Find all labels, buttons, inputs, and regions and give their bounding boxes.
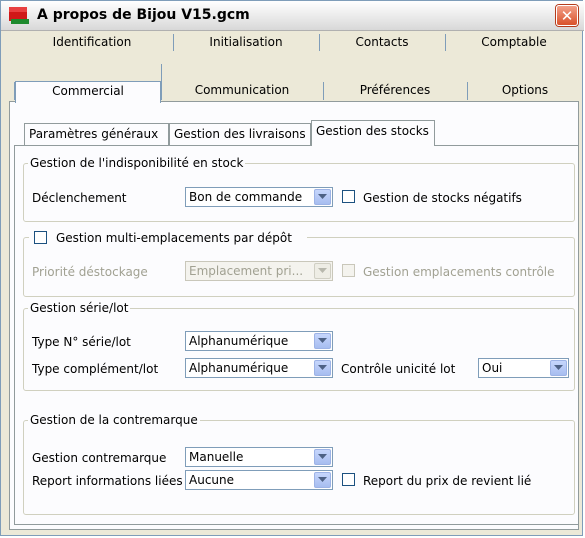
unicite-lot-value: Oui	[482, 361, 503, 375]
tab-divider	[445, 34, 446, 51]
dropdown-arrow-icon[interactable]	[314, 449, 331, 465]
report-informations-value: Aucune	[189, 473, 235, 487]
type-serie-select[interactable]: Alphanumérique	[185, 331, 333, 351]
close-button[interactable]: ✕	[556, 5, 578, 26]
type-serie-label: Type N° série/lot	[32, 335, 131, 349]
about-window: A propos de Bijou V15.gcm ✕ Identificati…	[0, 0, 584, 536]
emplacements-controle-checkbox[interactable]	[342, 264, 355, 277]
tab-commercial[interactable]: Commercial	[15, 81, 161, 103]
priorite-destockage-value: Emplacement pri...	[189, 264, 304, 278]
subtab-gestion-stocks[interactable]: Gestion des stocks	[311, 120, 435, 146]
report-prix-revient-label: Report du prix de revient lié	[363, 474, 532, 488]
tab-comptable[interactable]: Comptable	[453, 33, 575, 53]
dropdown-arrow-icon[interactable]	[314, 360, 331, 376]
report-informations-select[interactable]: Aucune	[185, 470, 333, 490]
type-complement-label: Type complément/lot	[32, 362, 159, 376]
priorite-destockage-label: Priorité déstockage	[32, 265, 148, 279]
type-complement-value: Alphanumérique	[189, 361, 289, 375]
tab-preferences[interactable]: Préférences	[331, 81, 459, 101]
type-serie-value: Alphanumérique	[189, 334, 289, 348]
tab-options[interactable]: Options	[475, 81, 575, 101]
tab-initialisation[interactable]: Initialisation	[181, 33, 311, 53]
dropdown-arrow-icon[interactable]	[314, 189, 331, 205]
stocks-negatifs-label: Gestion de stocks négatifs	[363, 191, 522, 205]
tab-divider	[467, 82, 468, 100]
dropdown-arrow-icon[interactable]	[314, 263, 331, 279]
dropdown-arrow-icon[interactable]	[314, 333, 331, 349]
report-informations-label: Report informations liées	[32, 474, 183, 488]
tab-identification[interactable]: Identification	[29, 33, 155, 53]
tab-divider	[161, 64, 162, 100]
subtab-parametres-generaux[interactable]: Paramètres généraux	[24, 123, 169, 145]
tab-divider	[323, 82, 324, 100]
dropdown-arrow-icon[interactable]	[314, 472, 331, 488]
title-bar[interactable]: A propos de Bijou V15.gcm ✕	[1, 1, 584, 31]
tab-divider	[173, 34, 174, 51]
report-prix-revient-checkbox[interactable]	[342, 473, 355, 486]
gestion-contremarque-label: Gestion contremarque	[32, 451, 167, 465]
stocks-negatifs-checkbox[interactable]	[342, 190, 355, 203]
gestion-contremarque-value: Manuelle	[189, 450, 244, 464]
window-title: A propos de Bijou V15.gcm	[37, 7, 250, 23]
subtab-gestion-livraisons[interactable]: Gestion des livraisons	[169, 123, 311, 145]
app-icon	[9, 7, 29, 24]
tab-divider	[319, 34, 320, 51]
multi-emplacements-checkbox[interactable]	[34, 231, 47, 244]
dropdown-arrow-icon[interactable]	[550, 360, 567, 376]
tab-communication[interactable]: Communication	[167, 81, 317, 101]
close-icon: ✕	[560, 7, 574, 25]
declenchement-select[interactable]: Bon de commande	[185, 187, 333, 207]
unicite-lot-select[interactable]: Oui	[478, 358, 569, 378]
multi-emplacements-label: Gestion multi-emplacements par dépôt	[56, 231, 292, 245]
contremarque-legend: Gestion de la contremarque	[30, 413, 198, 427]
emplacements-controle-label: Gestion emplacements contrôle	[363, 265, 555, 279]
indisponibilite-legend: Gestion de l'indisponibilité en stock	[30, 156, 244, 170]
serie-lot-legend: Gestion série/lot	[30, 301, 129, 315]
priorite-destockage-select[interactable]: Emplacement pri...	[185, 261, 333, 281]
unicite-lot-label: Contrôle unicité lot	[341, 362, 456, 376]
gestion-contremarque-select[interactable]: Manuelle	[185, 447, 333, 467]
declenchement-value: Bon de commande	[189, 190, 303, 204]
tab-contacts[interactable]: Contacts	[327, 33, 437, 53]
declenchement-label: Déclenchement	[32, 191, 127, 205]
type-complement-select[interactable]: Alphanumérique	[185, 358, 333, 378]
